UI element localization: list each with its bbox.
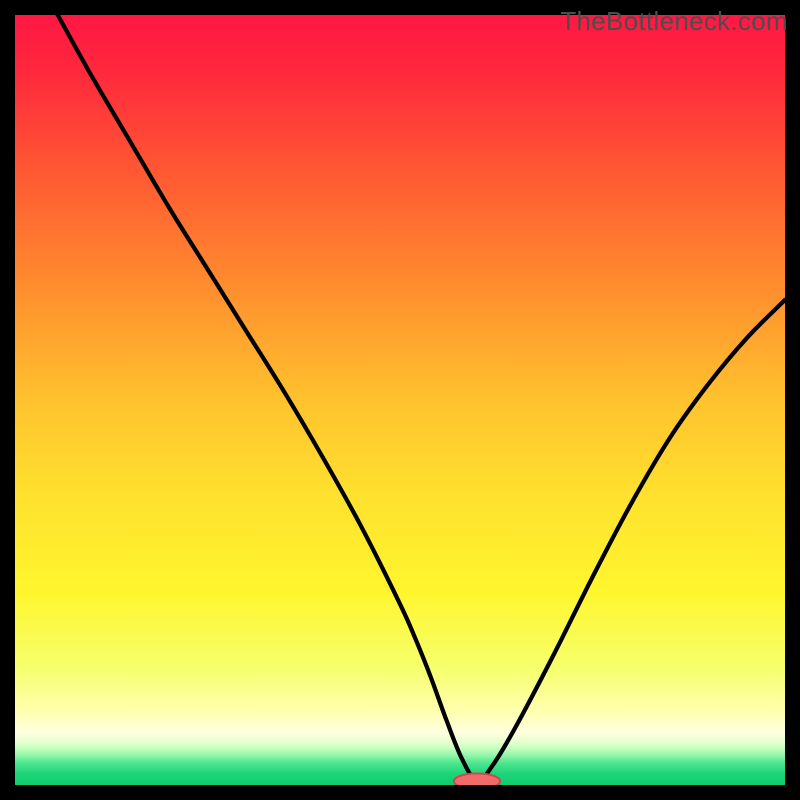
chart-frame: TheBottleneck.com [0, 0, 800, 800]
optimum-marker [454, 773, 500, 785]
chart-svg [15, 15, 785, 785]
watermark-text: TheBottleneck.com [560, 6, 788, 37]
plot-area [15, 15, 785, 785]
gradient-background [15, 15, 785, 785]
